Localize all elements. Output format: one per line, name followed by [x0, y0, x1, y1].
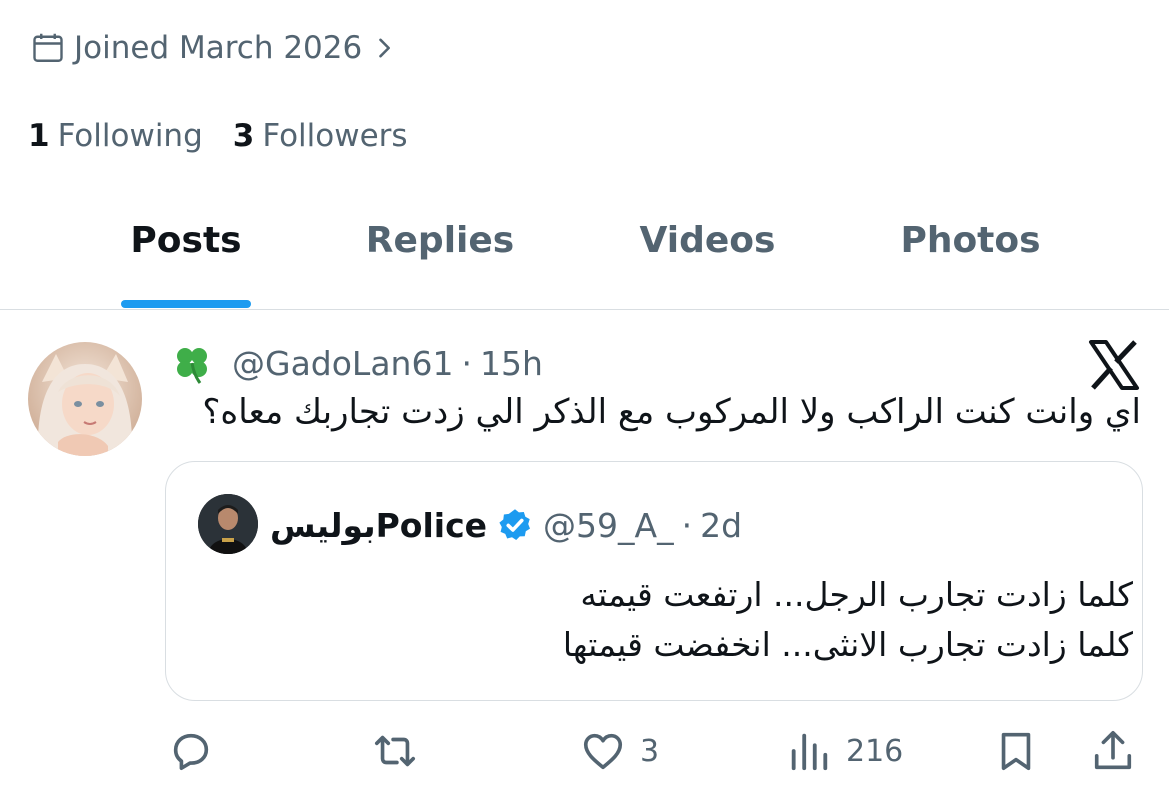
post-time[interactable]: 15h	[480, 344, 543, 383]
post-text: اي وانت كنت الراكب ولا المركوب مع الذكر …	[202, 392, 1141, 432]
quoted-line: كلما زادت تجارب الرجل... ارتفعت قيمته	[580, 575, 1133, 614]
quoted-avatar[interactable]	[198, 494, 258, 554]
like-count: 3	[640, 733, 660, 769]
bookmark-icon	[1001, 732, 1031, 771]
post-header: 🍀 @GadoLan61 · 15h	[170, 338, 543, 388]
reply-button[interactable]	[168, 728, 214, 774]
separator: ·	[461, 343, 472, 383]
like-button[interactable]: 3	[580, 728, 659, 774]
quoted-handle[interactable]: @59_A_	[543, 506, 674, 545]
reply-icon	[173, 733, 209, 771]
share-button[interactable]	[1090, 728, 1136, 774]
avatar-image	[28, 342, 142, 456]
x-logo-icon	[1089, 340, 1139, 390]
followers-count: 3	[232, 118, 255, 154]
views-button[interactable]: 216	[786, 728, 903, 774]
repost-icon	[374, 735, 416, 767]
repost-button[interactable]	[372, 728, 418, 774]
tab-replies[interactable]: Replies	[360, 220, 520, 266]
joined-text: Joined March 2026	[74, 30, 363, 66]
share-icon	[1094, 730, 1132, 770]
heart-icon	[583, 733, 623, 770]
quoted-line: كلما زادت تجارب الانثى... انخفضت قيمتها	[562, 625, 1133, 664]
quoted-header: بوليسPolice @59_A_ · 2d	[270, 502, 742, 548]
avatar[interactable]	[28, 342, 142, 456]
following-count: 1	[28, 118, 50, 154]
clover-icon: 🍀	[177, 348, 207, 384]
quoted-name[interactable]: بوليسPolice	[270, 506, 487, 545]
profile-tabs: Posts Replies Videos Photos	[0, 190, 1169, 310]
tab-photos[interactable]: Photos	[893, 220, 1048, 266]
followers-link[interactable]: 3 Followers	[233, 118, 408, 154]
separator: ·	[681, 505, 693, 545]
views-count: 216	[846, 733, 904, 769]
views-icon	[791, 733, 828, 771]
quoted-text: كلما زادت تجارب الرجل... ارتفعت قيمته كل…	[233, 570, 1133, 670]
tab-posts[interactable]: Posts	[121, 220, 251, 266]
bookmark-button[interactable]	[993, 728, 1039, 774]
post-handle[interactable]: @GadoLan61	[232, 344, 453, 383]
joined-date[interactable]: Joined March 2026	[30, 28, 398, 68]
chevron-right-icon	[379, 38, 391, 58]
calendar-icon	[33, 33, 63, 62]
follow-stats: 1 Following 3 Followers	[28, 116, 438, 156]
following-link[interactable]: 1 Following	[28, 118, 203, 154]
following-label: Following	[57, 118, 203, 154]
followers-label: Followers	[262, 118, 408, 154]
quoted-avatar-image	[198, 494, 258, 554]
tab-videos[interactable]: Videos	[630, 220, 785, 266]
active-tab-indicator	[121, 300, 251, 308]
quoted-time[interactable]: 2d	[700, 506, 742, 545]
action-bar: 3 216	[0, 720, 1169, 780]
verified-badge-icon	[499, 509, 531, 540]
